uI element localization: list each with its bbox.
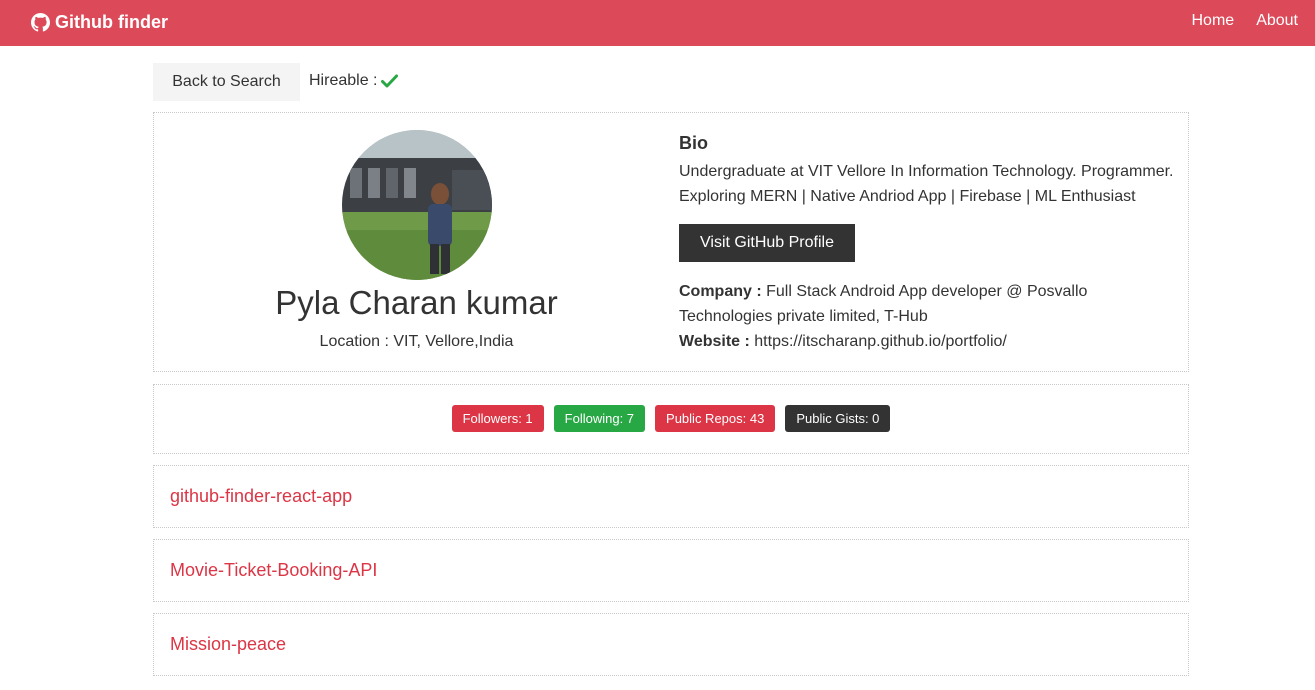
company-info: Company : Full Stack Android App develop… bbox=[679, 279, 1099, 329]
public-gists-badge: Public Gists: 0 bbox=[785, 405, 891, 432]
repo-item: github-finder-react-app bbox=[153, 465, 1189, 528]
hireable-label: Hireable : bbox=[309, 72, 378, 89]
nav-home-link[interactable]: Home bbox=[1192, 12, 1235, 30]
following-badge: Following: 7 bbox=[553, 405, 646, 432]
profile-card: Pyla Charan kumar Location : VIT, Vellor… bbox=[153, 112, 1189, 372]
check-icon bbox=[381, 74, 399, 88]
bio-heading: Bio bbox=[679, 133, 708, 153]
website-label: Website : bbox=[679, 333, 750, 350]
repo-item: Mission-peace bbox=[153, 613, 1189, 676]
repo-link[interactable]: Mission-peace bbox=[170, 634, 286, 655]
brand[interactable]: Github finder bbox=[31, 11, 168, 33]
repo-link[interactable]: github-finder-react-app bbox=[170, 486, 352, 507]
github-icon bbox=[31, 12, 50, 32]
stats-badges: Followers: 1 Following: 7 Public Repos: … bbox=[154, 405, 1188, 432]
website-info: Website : https://itscharanp.github.io/p… bbox=[679, 329, 1007, 354]
user-avatar bbox=[342, 130, 492, 280]
repo-link[interactable]: Movie-Ticket-Booking-API bbox=[170, 560, 377, 581]
back-to-search-button[interactable]: Back to Search bbox=[153, 63, 300, 101]
brand-title: Github finder bbox=[55, 11, 168, 32]
visit-github-profile-button[interactable]: Visit GitHub Profile bbox=[679, 224, 855, 262]
stats-card: Followers: 1 Following: 7 Public Repos: … bbox=[153, 384, 1189, 454]
company-label: Company : bbox=[679, 283, 762, 300]
repo-item: Movie-Ticket-Booking-API bbox=[153, 539, 1189, 602]
nav-links: Home About bbox=[1192, 12, 1299, 30]
hireable-status: Hireable : bbox=[309, 72, 399, 90]
bio-text: Undergraduate at VIT Vellore In Informat… bbox=[679, 163, 1174, 205]
profile-name: Pyla Charan kumar bbox=[275, 284, 558, 321]
profile-location: Location : VIT, Vellore,India bbox=[319, 333, 514, 350]
nav-about-link[interactable]: About bbox=[1256, 12, 1298, 30]
website-value[interactable]: https://itscharanp.github.io/portfolio/ bbox=[754, 333, 1007, 350]
followers-badge: Followers: 1 bbox=[451, 405, 544, 432]
public-repos-badge: Public Repos: 43 bbox=[655, 405, 776, 432]
navbar: Github finder Home About bbox=[0, 0, 1315, 46]
